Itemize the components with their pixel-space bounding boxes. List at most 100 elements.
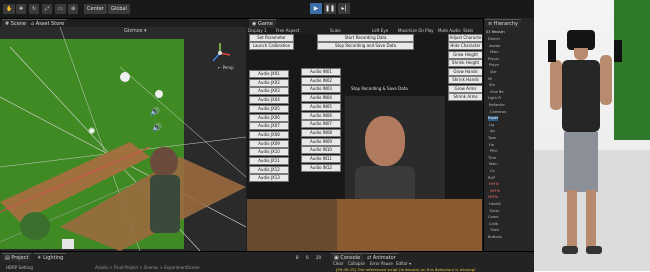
hierarchy-item[interactable]: Ste (489, 83, 495, 88)
audio-in-button[interactable]: Audio IN08 (301, 128, 341, 137)
rotate-tool-button[interactable]: ↻ (29, 4, 40, 14)
audio-jx-button[interactable]: Audio JX06 (249, 113, 289, 122)
tab-hierarchy[interactable]: ≡ Hierarchy (485, 19, 521, 28)
audio-jx-button[interactable]: Audio JX07 (249, 122, 289, 131)
hierarchy-item[interactable]: Ho (489, 143, 494, 148)
grow-arms-button[interactable]: Grow Arms (448, 85, 482, 93)
audio-jx-button[interactable]: Audio JX13 (249, 174, 289, 183)
hierarchy-item[interactable]: Ske (490, 70, 496, 75)
persp-label[interactable]: ← Persp (218, 65, 234, 70)
warning-count[interactable]: 0 (306, 255, 309, 260)
global-toggle-button[interactable]: Global (108, 4, 130, 14)
scene-view[interactable]: Gizmos ▾ ✺ 🔊 🔊 ← Persp (0, 27, 246, 251)
hierarchy-item[interactable]: Tonn (488, 136, 496, 141)
mute-audio-toggle[interactable]: Mute Audio (438, 28, 461, 33)
grow-height-button[interactable]: Grow Height (448, 51, 482, 59)
hdrp-settings-item[interactable]: HDRP Setting (6, 265, 33, 270)
console-editor-dropdown[interactable]: Editor ▾ (396, 261, 411, 266)
hierarchy-item[interactable]: PRO (490, 149, 498, 154)
audio-jx-button[interactable]: Audio JX12 (249, 165, 289, 174)
hierarchy-item[interactable]: MMTo (488, 195, 498, 200)
audio-in-button[interactable]: Audio IN04 (301, 94, 341, 103)
pivot-center-button[interactable]: Center (84, 4, 107, 14)
stats-toggle[interactable]: Stats (463, 28, 473, 33)
audio-in-button[interactable]: Audio IN10 (301, 146, 341, 155)
hierarchy-item[interactable]: Ap (490, 129, 495, 134)
shrink-hands-button[interactable]: Shrink Hands (448, 76, 482, 84)
hierarchy-item[interactable]: Ce (490, 169, 495, 174)
game-view[interactable]: Set Parameter Launch Calibration Start R… (247, 34, 482, 251)
display-dropdown[interactable]: Display 1 (248, 28, 267, 33)
pause-button[interactable]: ❚❚ (324, 3, 336, 14)
hierarchy-item[interactable]: Thre (488, 156, 496, 161)
console-collapse-button[interactable]: Collapse (348, 261, 365, 266)
hierarchy-item[interactable]: Exper (488, 116, 499, 122)
hierarchy-item[interactable]: Avatar (489, 44, 501, 49)
audio-in-button[interactable]: Audio IN02 (301, 76, 341, 85)
step-button[interactable]: ▸| (338, 3, 350, 14)
audio-jx-button[interactable]: Audio JX10 (249, 148, 289, 157)
start-recording-button[interactable]: Start Recording Data (317, 34, 414, 42)
hierarchy-item[interactable]: MMTo (489, 182, 499, 187)
audio-jx-button[interactable]: Audio JX01 (249, 70, 289, 78)
light-probe-icon[interactable] (155, 90, 163, 98)
audio-in-button[interactable]: Audio IN12 (301, 163, 341, 172)
audio-in-button[interactable]: Audio IN11 (301, 155, 341, 163)
maximize-on-play-toggle[interactable]: Maximize On Play (398, 28, 434, 33)
tab-lighting[interactable]: ☀ Lighting (34, 253, 67, 262)
audio-jx-button[interactable]: Audio JX02 (249, 78, 289, 87)
project-breadcrumb[interactable]: Assets > Final Project > Scenes > Experi… (95, 265, 199, 270)
hierarchy-item[interactable]: Extor (490, 209, 499, 214)
audio-jx-button[interactable]: Audio JX04 (249, 96, 289, 105)
error-count[interactable]: 8 (296, 255, 299, 260)
hierarchy-item[interactable]: Player (488, 57, 499, 62)
camera-gizmo-icon[interactable] (62, 239, 74, 249)
hierarchy-item[interactable]: Buttons (488, 235, 502, 240)
audio-jx-button[interactable]: Audio JX08 (249, 130, 289, 139)
move-tool-button[interactable]: ✥ (16, 4, 27, 14)
hierarchy-item[interactable]: Vive Be (490, 90, 504, 95)
audio-in-button[interactable]: Audio IN09 (301, 137, 341, 146)
hierarchy-item[interactable]: Directi (488, 37, 500, 42)
hierarchy-item[interactable]: Trials (490, 228, 499, 233)
hierarchy-item[interactable]: HandS (489, 202, 501, 207)
audio-jx-button[interactable]: Audio JX03 (249, 87, 289, 96)
audio-in-button[interactable]: Audio IN05 (301, 102, 341, 111)
audio-source-icon[interactable]: 🔊 (152, 123, 162, 132)
hierarchy-item[interactable]: Main (489, 162, 498, 167)
console-error-pause-button[interactable]: Error Pause (370, 261, 393, 266)
hierarchy-item[interactable]: Light Pr (488, 96, 502, 101)
light-probe-icon[interactable] (120, 72, 130, 82)
hierarchy-item[interactable]: Cameras (490, 110, 506, 115)
eye-dropdown[interactable]: Left Eye (372, 28, 388, 33)
avatar-body[interactable] (150, 175, 180, 233)
tab-project[interactable]: ▤ Project (2, 253, 32, 262)
aspect-dropdown[interactable]: Free Aspect (276, 28, 299, 33)
hierarchy-item[interactable]: MMTo (490, 189, 500, 194)
scale-slider-label[interactable]: Scale (330, 28, 341, 33)
hierarchy-scene-header[interactable]: 03 Resistn (486, 30, 505, 35)
rect-tool-button[interactable]: ▭ (55, 4, 66, 14)
hand-tool-button[interactable]: ✋ (3, 4, 16, 14)
audio-jx-button[interactable]: Audio JX05 (249, 104, 289, 113)
audio-jx-button[interactable]: Audio JX09 (249, 139, 289, 148)
audio-source-icon[interactable]: 🔊 (150, 107, 160, 116)
hierarchy-item[interactable]: Came (488, 215, 498, 220)
hierarchy-item[interactable]: Reflectio (489, 103, 505, 108)
audio-in-button[interactable]: Audio IN03 (301, 85, 341, 94)
play-button[interactable]: ▶ (310, 3, 322, 14)
stop-recording-save-button[interactable]: Stop Recording and Save Data (317, 42, 414, 50)
sun-light-icon[interactable]: ✺ (88, 127, 96, 137)
shrink-arms-button[interactable]: Shrink Arms (448, 93, 482, 101)
hierarchy-item[interactable]: RUP (488, 176, 495, 181)
audio-in-button[interactable]: Audio IN01 (301, 68, 341, 76)
grow-hands-button[interactable]: Grow Hands (448, 68, 482, 76)
console-message[interactable]: [09:45:15] The referenced script (Unknow… (336, 267, 476, 272)
hierarchy-item[interactable]: Main (490, 50, 499, 55)
adjust-character-button[interactable]: Adjust Characte (448, 34, 482, 42)
audio-in-button[interactable]: Audio IN06 (301, 111, 341, 120)
transform-tool-button[interactable]: ⊕ (68, 4, 79, 14)
hierarchy-item[interactable]: Calib (489, 222, 498, 227)
hierarchy-item[interactable]: Playe (489, 63, 499, 68)
tab-game[interactable]: ◉ Game (249, 19, 276, 28)
